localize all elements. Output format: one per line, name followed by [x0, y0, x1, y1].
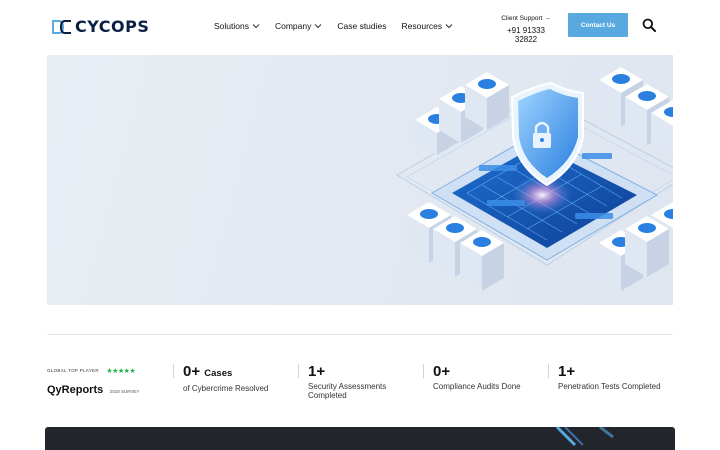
contact-us-button[interactable]: Contact Us	[568, 13, 628, 37]
stat-unit: Cases	[204, 368, 233, 379]
stat-label: Penetration Tests Completed	[558, 382, 661, 391]
stat-number: 1+	[558, 363, 576, 380]
nav-case-studies-label: Case studies	[337, 21, 387, 31]
search-icon[interactable]	[642, 18, 656, 32]
client-support[interactable]: Client Support → +91 91333 32822	[496, 15, 556, 44]
stat-number: 0+	[433, 363, 451, 380]
stat-number: 1+	[308, 363, 326, 380]
nav-solutions[interactable]: Solutions	[214, 21, 260, 31]
chevron-down-icon	[445, 24, 453, 29]
nav-resources-label: Resources	[401, 21, 443, 31]
stat-penetration-tests: 1+ Penetration Tests Completed	[548, 363, 673, 391]
chain-graphic	[555, 427, 614, 447]
rating-stars-icon: ★★★★★	[106, 367, 136, 375]
logo-mark-icon	[52, 19, 71, 34]
chevron-down-icon	[252, 24, 260, 29]
nav-case-studies[interactable]: Case studies	[337, 21, 386, 31]
stat-security-assessments: 1+ Security Assessments Completed	[298, 363, 398, 400]
award-badge: GLOBAL TOP PLAYER ★★★★★ QyReports 2018 S…	[47, 362, 139, 398]
stat-cases: 0+ Cases of Cybercrime Resolved	[173, 363, 283, 393]
nav-company[interactable]: Company	[275, 21, 322, 31]
section-divider	[47, 334, 673, 335]
hero-banner	[47, 55, 673, 305]
badge-tag: GLOBAL TOP PLAYER	[47, 368, 99, 374]
stat-divider	[548, 364, 549, 378]
stat-number: 0+	[183, 363, 201, 380]
hero-security-illustration	[396, 67, 673, 291]
stat-compliance-audits: 0+ Compliance Audits Done	[423, 363, 543, 391]
badge-name: QyReports	[47, 384, 104, 396]
stat-value: 0+ Cases	[183, 363, 283, 382]
stat-divider	[423, 364, 424, 378]
stat-label: Security Assessments Completed	[308, 382, 387, 400]
nav-resources[interactable]: Resources	[402, 21, 454, 31]
client-support-link[interactable]: Client Support →	[496, 15, 556, 22]
brand-name: CYCOPS	[75, 17, 150, 36]
stat-label: of Cybercrime Resolved	[183, 384, 269, 393]
stat-label: Compliance Audits Done	[433, 382, 521, 391]
nav-solutions-label: Solutions	[214, 21, 249, 31]
site-header: CYCOPS Solutions Company Case studies Re…	[0, 0, 720, 52]
nav-company-label: Company	[274, 21, 312, 31]
support-phone[interactable]: +91 91333 32822	[496, 26, 556, 44]
main-nav: Solutions Company Case studies Resources	[214, 21, 468, 31]
stat-divider	[173, 364, 174, 378]
badge-year: 2018 SURVEY	[109, 389, 140, 394]
brand-logo[interactable]: CYCOPS	[52, 17, 149, 36]
stat-divider	[298, 364, 299, 378]
chevron-down-icon	[315, 24, 322, 29]
dark-section-banner	[45, 427, 675, 450]
